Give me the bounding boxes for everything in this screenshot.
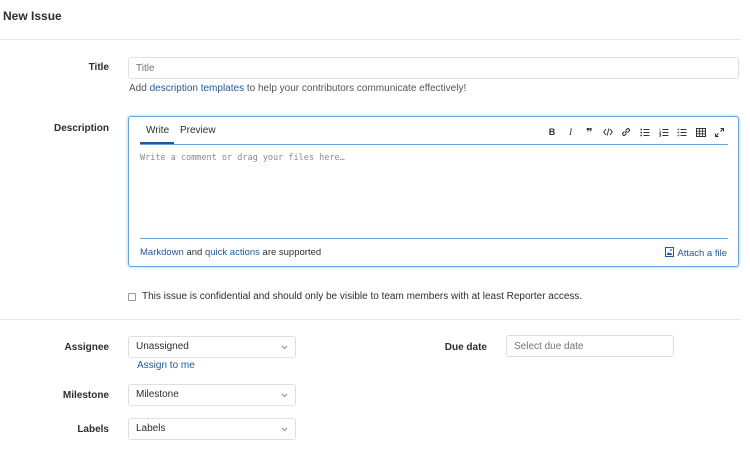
- editor-tabs-divider: [140, 144, 728, 145]
- description-editor: Write Preview B I ❞ Write a comment or d…: [128, 116, 739, 267]
- markdown-toolbar: B I ❞: [545, 125, 726, 139]
- footer-supported: are supported: [262, 247, 322, 258]
- numbered-list-icon[interactable]: [657, 125, 671, 139]
- link-icon[interactable]: [619, 125, 633, 139]
- table-icon[interactable]: [694, 125, 708, 139]
- due-date-label: Due date: [444, 342, 487, 353]
- fullscreen-icon[interactable]: [712, 125, 726, 139]
- confidential-checkbox[interactable]: [128, 292, 136, 301]
- italic-icon[interactable]: I: [564, 125, 578, 139]
- description-label: Description: [53, 123, 109, 134]
- chevron-down-icon: [279, 337, 289, 357]
- editor-footer-text: Markdown and quick actions are supported: [140, 247, 321, 258]
- section-divider: [0, 319, 740, 320]
- bulleted-list-icon[interactable]: [638, 125, 652, 139]
- quick-actions-link[interactable]: quick actions: [205, 247, 260, 258]
- templates-hint-prefix: Add: [129, 83, 147, 94]
- attach-file-button[interactable]: Attach a file: [665, 247, 727, 260]
- code-icon[interactable]: [601, 125, 615, 139]
- labels-value: Labels: [136, 423, 166, 434]
- milestone-dropdown[interactable]: Milestone: [128, 384, 296, 406]
- milestone-value: Milestone: [136, 389, 179, 400]
- templates-hint: Add description templates to help your c…: [129, 83, 466, 94]
- footer-and: and: [186, 247, 203, 258]
- tab-preview[interactable]: Preview: [175, 125, 221, 136]
- description-templates-link[interactable]: description templates: [150, 83, 245, 94]
- header-divider: [0, 39, 740, 40]
- title-label: Title: [88, 62, 109, 73]
- task-list-icon[interactable]: [675, 125, 689, 139]
- due-date-input[interactable]: [506, 335, 674, 357]
- title-input[interactable]: [128, 57, 739, 79]
- bold-icon[interactable]: B: [545, 125, 559, 139]
- quote-icon[interactable]: ❞: [582, 125, 596, 139]
- confidential-row: This issue is confidential and should on…: [128, 291, 582, 302]
- file-image-icon: [665, 247, 675, 260]
- attach-file-label: Attach a file: [677, 248, 727, 259]
- assign-to-me-link[interactable]: Assign to me: [137, 360, 195, 371]
- templates-hint-suffix: to help your contributors communicate ef…: [246, 83, 467, 94]
- labels-dropdown[interactable]: Labels: [128, 418, 296, 440]
- chevron-down-icon: [279, 385, 289, 405]
- assignee-value: Unassigned: [136, 341, 189, 352]
- assignee-dropdown[interactable]: Unassigned: [128, 336, 296, 358]
- milestone-label: Milestone: [62, 390, 109, 401]
- labels-label: Labels: [77, 424, 109, 435]
- markdown-link[interactable]: Markdown: [140, 247, 184, 258]
- tab-write[interactable]: Write: [141, 125, 174, 136]
- confidential-label: This issue is confidential and should on…: [142, 291, 583, 302]
- chevron-down-icon: [279, 419, 289, 439]
- description-textarea[interactable]: Write a comment or drag your files here…: [140, 153, 720, 235]
- page-title: New Issue: [3, 9, 62, 23]
- editor-footer-divider: [140, 238, 728, 239]
- assignee-label: Assignee: [64, 342, 109, 353]
